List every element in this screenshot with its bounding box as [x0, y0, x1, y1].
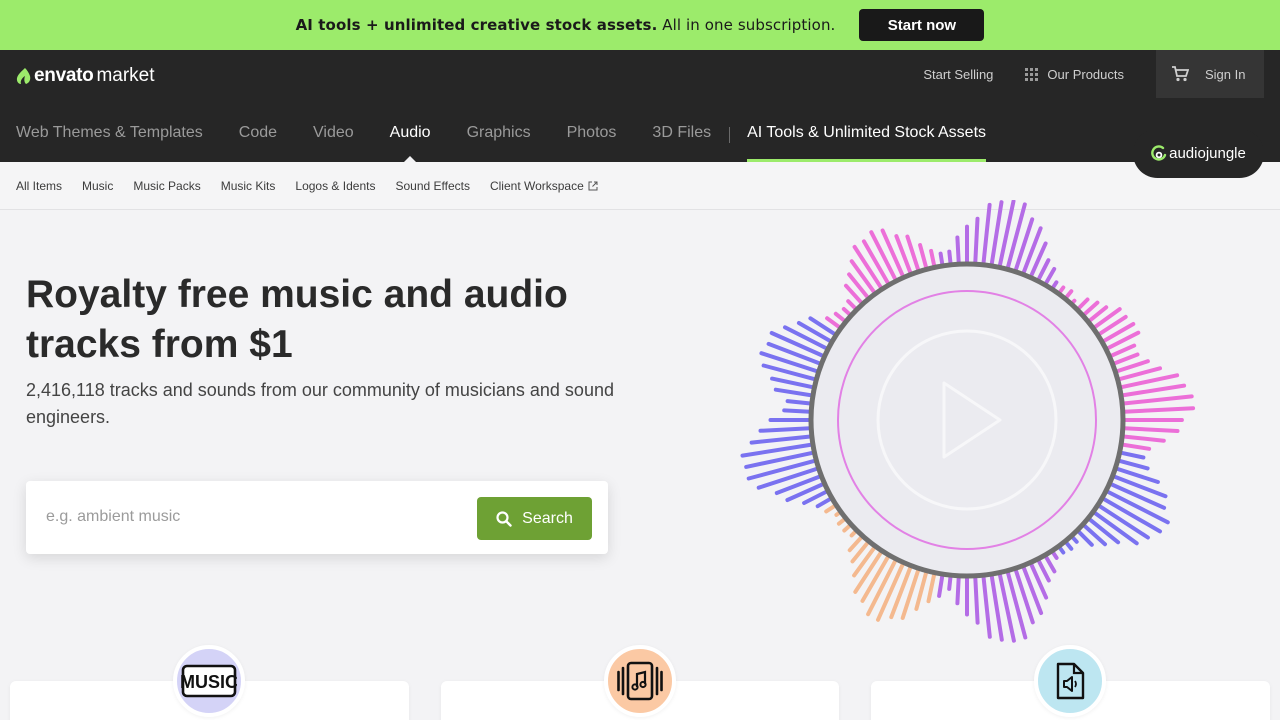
- visualizer-bar: [749, 433, 820, 445]
- music-pack-icon: [617, 661, 663, 701]
- category-divider: [729, 127, 731, 143]
- header-actions: Start Selling Our Products Sign In: [923, 50, 1264, 98]
- sign-in-link[interactable]: Sign In: [1205, 67, 1245, 82]
- music-text-icon: MUSIC: [181, 664, 237, 698]
- site-header: envato market Start Selling Our Products…: [0, 50, 1280, 163]
- subnav-sound-effects[interactable]: Sound Effects: [395, 179, 470, 193]
- sound-effect-file-icon: [1056, 662, 1085, 700]
- start-selling-link[interactable]: Start Selling: [923, 67, 993, 82]
- cart-signin-area: Sign In: [1156, 50, 1264, 98]
- grid-icon: [1025, 67, 1039, 81]
- promo-text: AI tools + unlimited creative stock asse…: [296, 16, 836, 34]
- search-button-label: Search: [522, 509, 573, 527]
- visualizer-bar: [1011, 560, 1035, 625]
- our-products-menu[interactable]: Our Products: [1025, 67, 1124, 82]
- visualizer-bar: [1114, 406, 1196, 415]
- logo-brand: envato: [34, 65, 94, 86]
- client-workspace-label: Client Workspace: [489, 178, 584, 193]
- promo-banner: AI tools + unlimited creative stock asse…: [0, 0, 1280, 50]
- music-packs-category-badge: [604, 645, 676, 717]
- envato-market-logo[interactable]: envato market: [16, 64, 155, 88]
- subnav-all-items[interactable]: All Items: [16, 179, 62, 193]
- category-photos[interactable]: Photos: [567, 112, 617, 162]
- cart-icon[interactable]: [1171, 66, 1189, 82]
- promo-text-bold: AI tools + unlimited creative stock asse…: [295, 16, 658, 34]
- search-input[interactable]: [46, 503, 466, 531]
- visualizer-bar: [1003, 562, 1028, 640]
- category-code[interactable]: Code: [239, 112, 277, 162]
- sound-effects-category-badge: [1034, 645, 1106, 717]
- subnav-logos-idents[interactable]: Logos & Idents: [295, 179, 375, 193]
- logo-market: market: [96, 65, 155, 86]
- category-3d-files[interactable]: 3D Files: [652, 112, 711, 162]
- audiojungle-logo-icon: [1151, 144, 1167, 161]
- visualizer-bar: [980, 202, 992, 273]
- ai-tools-link[interactable]: AI Tools & Unlimited Stock Assets: [747, 112, 987, 162]
- subnav-client-workspace[interactable]: Client Workspace: [490, 179, 598, 193]
- search-button[interactable]: Search: [477, 497, 592, 540]
- search-box: Search: [26, 481, 608, 554]
- category-graphics[interactable]: Graphics: [467, 112, 531, 162]
- hero-title: Royalty free music and audio tracks from…: [26, 273, 568, 366]
- external-link-icon: [588, 181, 598, 190]
- category-web-themes[interactable]: Web Themes & Templates: [16, 112, 203, 162]
- visualizer-disc: [808, 261, 1126, 579]
- promo-text-rest: All in one subscription.: [662, 16, 836, 34]
- visualizer-bar: [980, 567, 992, 639]
- visualizer-bar: [1114, 394, 1194, 407]
- audiojungle-badge[interactable]: audiojungle: [1133, 129, 1264, 178]
- visualizer-bar: [1011, 217, 1035, 280]
- category-video[interactable]: Video: [313, 112, 354, 162]
- envato-leaf-icon: [16, 68, 31, 84]
- audiojungle-label: audiojungle: [1169, 145, 1246, 162]
- visualizer-bar: [758, 425, 820, 433]
- hero-subtitle: 2,416,118 tracks and sounds from our com…: [26, 380, 614, 427]
- subnav-music-packs[interactable]: Music Packs: [133, 179, 200, 193]
- our-products-label: Our Products: [1047, 66, 1124, 82]
- music-category-badge: MUSIC: [173, 645, 245, 717]
- category-nav: Web Themes & Templates Code Video Audio …: [16, 112, 1022, 163]
- visualizer-bar: [1114, 425, 1180, 433]
- subnav-music-kits[interactable]: Music Kits: [221, 179, 276, 193]
- start-now-button[interactable]: Start now: [859, 9, 985, 41]
- audio-visualizer: [740, 200, 1196, 643]
- category-audio[interactable]: Audio: [390, 112, 431, 163]
- search-icon: [496, 510, 512, 527]
- subnav-music[interactable]: Music: [82, 179, 113, 193]
- music-icon-text: MUSIC: [181, 672, 237, 692]
